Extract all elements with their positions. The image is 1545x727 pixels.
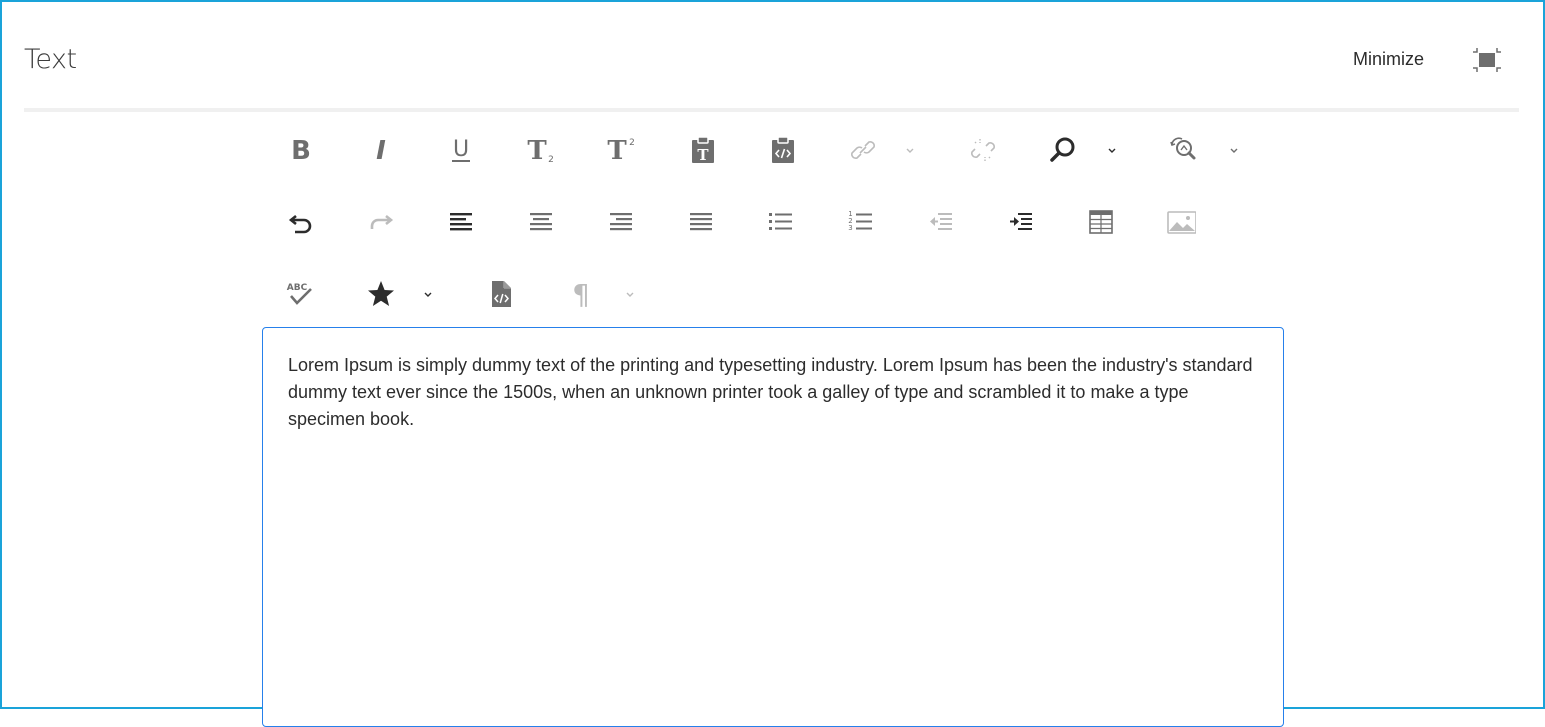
paste-as-text-button[interactable]: T xyxy=(672,122,734,178)
table-button[interactable] xyxy=(1070,194,1132,250)
image-button[interactable] xyxy=(1150,194,1212,250)
spellcheck-button[interactable]: ABC xyxy=(270,266,332,322)
chevron-down-icon xyxy=(1230,148,1238,153)
svg-text:ABC: ABC xyxy=(287,283,308,293)
unlink-button[interactable] xyxy=(952,122,1014,178)
paste-wordhtml-button[interactable] xyxy=(752,122,814,178)
align-right-button[interactable] xyxy=(590,194,652,250)
svg-text:¶: ¶ xyxy=(572,279,590,309)
panel-header: Text Minimize xyxy=(24,40,1519,86)
indent-icon xyxy=(1010,213,1032,230)
editor-toolbar: B I U T 2 T 2 T 1 2 3 ABC ¶ xyxy=(270,122,1270,338)
undo-icon xyxy=(288,214,312,234)
indent-button[interactable] xyxy=(990,194,1052,250)
paste-wordhtml-icon xyxy=(772,136,794,163)
chevron-down-icon xyxy=(626,292,634,297)
italic-button[interactable]: I xyxy=(350,122,412,178)
align-center-icon xyxy=(530,213,552,231)
bold-icon: B xyxy=(291,136,311,165)
svg-text:2: 2 xyxy=(548,155,554,165)
svg-text:I: I xyxy=(376,136,386,165)
header-divider xyxy=(24,108,1519,112)
star-icon xyxy=(368,281,394,306)
toolbar-row-2: 1 2 3 xyxy=(270,194,1270,266)
paragraph-icon: ¶ xyxy=(572,279,590,309)
special-chars-dropdown[interactable] xyxy=(416,266,440,322)
special-chars-button[interactable] xyxy=(350,266,412,322)
svg-text:B: B xyxy=(291,136,311,165)
chevron-down-icon xyxy=(906,148,914,153)
italic-icon: I xyxy=(376,136,386,165)
editor-content[interactable]: Lorem Ipsum is simply dummy text of the … xyxy=(263,328,1283,433)
svg-text:U: U xyxy=(453,137,469,162)
align-left-icon xyxy=(450,213,472,231)
link-dropdown[interactable] xyxy=(898,122,922,178)
find-replace-icon xyxy=(1170,137,1196,160)
outdent-button[interactable] xyxy=(910,194,972,250)
source-edit-icon xyxy=(492,281,511,307)
subscript-icon: T 2 xyxy=(527,136,554,165)
link-icon xyxy=(851,141,875,159)
align-left-button[interactable] xyxy=(430,194,492,250)
paragraph-format-button[interactable]: ¶ xyxy=(550,266,612,322)
find-button[interactable] xyxy=(1032,122,1094,178)
subscript-button[interactable]: T 2 xyxy=(510,122,572,178)
numbered-list-button[interactable]: 1 2 3 xyxy=(830,194,892,250)
fullscreen-exit-icon[interactable] xyxy=(1471,46,1503,74)
align-justify-button[interactable] xyxy=(670,194,732,250)
redo-icon xyxy=(370,214,394,229)
table-icon xyxy=(1089,210,1113,234)
superscript-button[interactable]: T 2 xyxy=(590,122,652,178)
paste-as-text-icon: T xyxy=(692,136,714,164)
link-button[interactable] xyxy=(832,122,894,178)
svg-text:T: T xyxy=(607,136,627,165)
undo-button[interactable] xyxy=(270,194,332,250)
bold-button[interactable]: B xyxy=(270,122,332,178)
svg-text:T: T xyxy=(527,136,547,165)
paragraph-format-dropdown[interactable] xyxy=(618,266,642,322)
find-replace-dropdown[interactable] xyxy=(1222,122,1246,178)
minimize-button[interactable]: Minimize xyxy=(1353,49,1424,70)
find-dropdown[interactable] xyxy=(1100,122,1124,178)
align-center-button[interactable] xyxy=(510,194,572,250)
svg-text:T: T xyxy=(697,146,709,164)
text-editor[interactable]: Lorem Ipsum is simply dummy text of the … xyxy=(262,327,1284,727)
numbered-list-icon: 1 2 3 xyxy=(848,210,872,232)
toolbar-row-1: B I U T 2 T 2 T xyxy=(270,122,1270,194)
unlink-icon xyxy=(971,139,995,161)
svg-text:2: 2 xyxy=(629,138,635,148)
bulleted-list-button[interactable] xyxy=(750,194,812,250)
underline-icon: U xyxy=(452,137,470,162)
chevron-down-icon xyxy=(1108,148,1116,153)
rich-text-panel: Text Minimize B I U T 2 T 2 T 1 2 3 ABC … xyxy=(0,0,1545,727)
superscript-icon: T 2 xyxy=(607,136,635,165)
spellcheck-icon: ABC xyxy=(287,283,312,305)
source-edit-button[interactable] xyxy=(470,266,532,322)
align-right-icon xyxy=(610,213,632,231)
find-replace-button[interactable] xyxy=(1152,122,1214,178)
image-icon xyxy=(1167,211,1196,234)
align-justify-icon xyxy=(690,213,712,231)
find-icon xyxy=(1050,137,1075,162)
bulleted-list-icon xyxy=(769,213,792,230)
redo-button[interactable] xyxy=(350,194,412,250)
chevron-down-icon xyxy=(424,292,432,297)
svg-text:3: 3 xyxy=(848,224,852,232)
outdent-icon xyxy=(930,213,952,230)
panel-title: Text xyxy=(24,44,77,75)
underline-button[interactable]: U xyxy=(430,122,492,178)
